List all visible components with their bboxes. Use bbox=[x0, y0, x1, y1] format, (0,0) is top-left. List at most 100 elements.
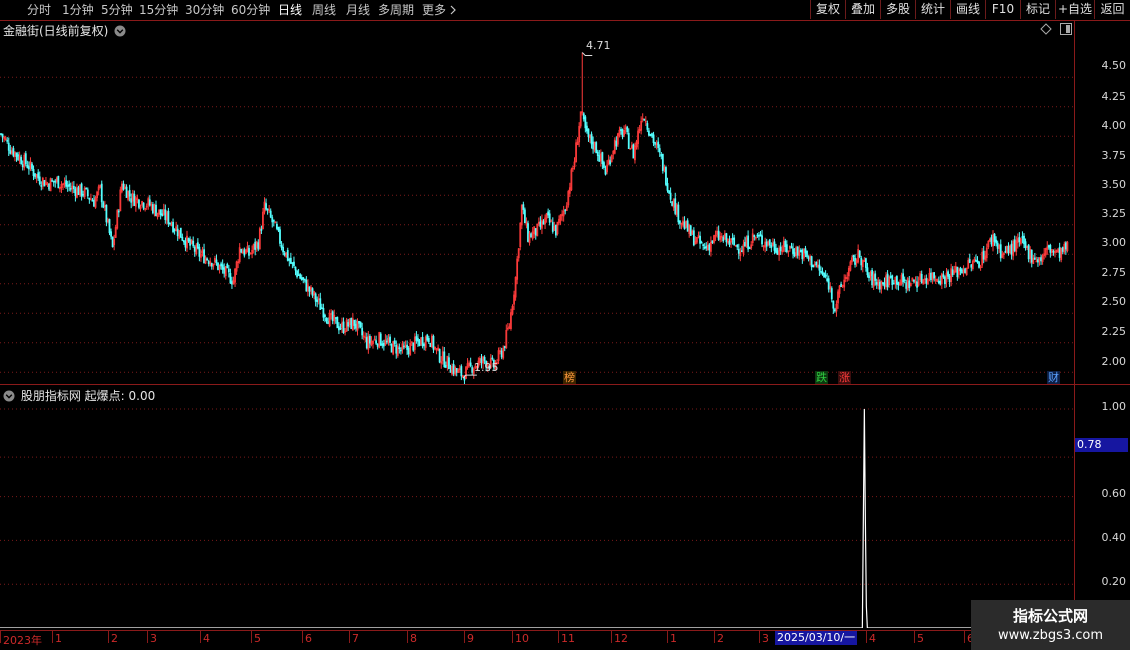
candle bbox=[457, 368, 460, 373]
tab-monthly[interactable]: 月线 bbox=[346, 2, 370, 18]
event-badge-finance[interactable]: 财 bbox=[1047, 371, 1060, 384]
candle bbox=[1058, 242, 1061, 262]
candle bbox=[750, 241, 753, 250]
x-tick-mark bbox=[512, 631, 513, 643]
event-badge-fall[interactable]: 跌 bbox=[815, 371, 828, 384]
candle bbox=[268, 205, 271, 213]
candle bbox=[689, 224, 692, 236]
candle bbox=[824, 270, 827, 279]
tab-intraday[interactable]: 分时 bbox=[27, 2, 51, 18]
candle bbox=[861, 259, 864, 273]
candle bbox=[212, 263, 215, 270]
tab-multi-period[interactable]: 多周期 bbox=[378, 2, 414, 18]
tab-more[interactable]: 更多 bbox=[422, 2, 457, 18]
diamond-icon[interactable] bbox=[1040, 23, 1052, 35]
candle bbox=[1043, 247, 1046, 260]
candle bbox=[1010, 240, 1013, 260]
candle bbox=[854, 254, 856, 268]
candle bbox=[748, 246, 751, 250]
x-tick-label: 5 bbox=[254, 632, 261, 645]
candle bbox=[742, 239, 745, 257]
candle bbox=[0, 132, 2, 136]
candle bbox=[809, 254, 812, 266]
event-badge-rise[interactable]: 涨 bbox=[838, 371, 851, 384]
candle bbox=[198, 243, 201, 262]
candle bbox=[883, 277, 886, 290]
candle bbox=[579, 111, 582, 129]
candle bbox=[15, 152, 18, 162]
candle bbox=[93, 195, 95, 207]
candle bbox=[116, 208, 119, 230]
candle bbox=[858, 249, 861, 259]
candle bbox=[909, 282, 912, 287]
candle bbox=[404, 340, 407, 349]
candle bbox=[161, 209, 164, 217]
candle bbox=[108, 218, 111, 236]
indicator-current-value: 0.78 bbox=[1075, 438, 1128, 452]
overlay-button[interactable]: 叠加 bbox=[845, 0, 880, 19]
tab-daily[interactable]: 日线 bbox=[278, 2, 302, 18]
candle bbox=[973, 256, 976, 263]
candle bbox=[821, 267, 824, 276]
add-favorite-button[interactable]: +自选 bbox=[1055, 0, 1094, 19]
x-tick-mark bbox=[251, 631, 252, 643]
y-tick-label: 4.25 bbox=[1101, 90, 1127, 103]
candle bbox=[947, 269, 949, 280]
multi-stock-button[interactable]: 多股 bbox=[880, 0, 915, 19]
candle bbox=[316, 296, 319, 308]
candle bbox=[784, 238, 787, 253]
candle bbox=[657, 137, 660, 153]
candle bbox=[609, 156, 612, 167]
tab-60min[interactable]: 60分钟 bbox=[231, 2, 270, 18]
statistics-button[interactable]: 统计 bbox=[915, 0, 950, 19]
restore-rights-button[interactable]: 复权 bbox=[810, 0, 845, 19]
candle bbox=[892, 279, 895, 285]
candle bbox=[956, 266, 959, 281]
tab-1min[interactable]: 1分钟 bbox=[62, 2, 94, 18]
mark-button[interactable]: 标记 bbox=[1020, 0, 1055, 19]
tab-weekly[interactable]: 周线 bbox=[312, 2, 336, 18]
panel-toggle-icon[interactable] bbox=[1060, 23, 1072, 35]
candle bbox=[744, 236, 746, 247]
draw-line-button[interactable]: 画线 bbox=[950, 0, 985, 19]
tab-5min[interactable]: 5分钟 bbox=[101, 2, 133, 18]
back-button[interactable]: 返回 bbox=[1094, 0, 1130, 19]
candle bbox=[719, 231, 722, 243]
candle bbox=[192, 236, 195, 248]
candle bbox=[730, 238, 732, 248]
candlestick-chart[interactable] bbox=[0, 36, 1074, 384]
candle bbox=[925, 274, 928, 289]
candle bbox=[313, 290, 316, 300]
candle bbox=[981, 248, 984, 268]
candle bbox=[206, 257, 209, 261]
x-tick-mark bbox=[108, 631, 109, 643]
x-tick-label: 11 bbox=[561, 632, 575, 645]
x-tick-label: 3 bbox=[762, 632, 769, 645]
candle bbox=[351, 313, 354, 331]
candle bbox=[421, 332, 424, 349]
candle bbox=[764, 237, 767, 253]
candle bbox=[553, 221, 556, 231]
candle bbox=[785, 240, 788, 254]
tab-30min[interactable]: 30分钟 bbox=[185, 2, 224, 18]
candle bbox=[520, 204, 523, 230]
candle bbox=[655, 140, 658, 150]
indicator-chart[interactable] bbox=[0, 398, 1074, 628]
candle bbox=[948, 273, 951, 287]
candle bbox=[584, 115, 587, 133]
candle bbox=[651, 132, 653, 138]
candle bbox=[781, 245, 784, 255]
candle bbox=[234, 268, 236, 288]
event-badge-list[interactable]: 榜 bbox=[563, 371, 576, 384]
candle bbox=[113, 234, 116, 251]
candle bbox=[632, 143, 635, 159]
candle bbox=[429, 342, 432, 348]
f10-button[interactable]: F10 bbox=[985, 0, 1020, 19]
candle bbox=[102, 200, 105, 209]
candle bbox=[627, 128, 630, 149]
candle bbox=[516, 255, 519, 285]
tab-15min[interactable]: 15分钟 bbox=[139, 2, 178, 18]
candle bbox=[559, 214, 562, 225]
candle bbox=[139, 204, 142, 212]
candle bbox=[1030, 249, 1033, 268]
